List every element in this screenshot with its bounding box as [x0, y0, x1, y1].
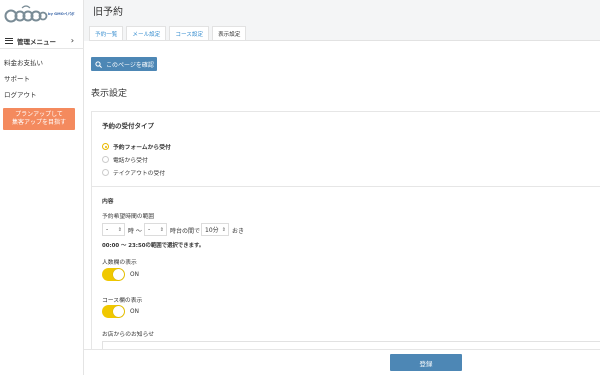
panel-divider — [92, 186, 600, 187]
radio-label: 電話から受付 — [113, 158, 148, 164]
interval-select[interactable]: 10分 ⇕ — [201, 223, 229, 236]
radio-button[interactable] — [102, 143, 109, 150]
end-hour-value: - — [148, 226, 151, 233]
course-display-label: コース欄の表示 — [102, 298, 143, 304]
confirm-page-label: このページを確認 — [106, 61, 154, 69]
tab-course-settings[interactable]: コース設定 — [169, 26, 210, 41]
radio-form-reception[interactable]: 予約フォームから受付 — [102, 142, 171, 151]
radio-label: テイクアウトの受付 — [113, 171, 166, 177]
range-note: 00:00 〜 23:50の範囲で選択できます。 — [102, 243, 205, 249]
interval-value: 10分 — [205, 227, 219, 234]
sidebar-link-support[interactable]: サポート — [4, 73, 30, 83]
radio-takeout-reception[interactable]: テイクアウトの受付 — [102, 168, 165, 177]
select-arrow-icon: ⇕ — [117, 226, 122, 233]
reception-type-title: 予約の受付タイプ — [102, 122, 154, 130]
chevron-right-icon: › — [70, 36, 74, 45]
start-hour-value: - — [106, 226, 109, 233]
sidebar-link-billing[interactable]: 料金お支払い — [4, 57, 43, 67]
hamburger-icon — [5, 37, 13, 44]
radio-button[interactable] — [102, 169, 109, 176]
select-arrow-icon: ⇕ — [159, 226, 164, 233]
select-arrow-icon: ⇕ — [221, 226, 226, 233]
range-label: 予約希望時間の範囲 — [102, 214, 155, 220]
radio-label: 予約フォームから受付 — [113, 145, 171, 151]
tab-mail-settings[interactable]: メール設定 — [126, 26, 167, 41]
start-hour-select[interactable]: - ⇕ — [102, 223, 125, 236]
page-title: 旧予約 — [93, 7, 123, 18]
course-toggle-state: ON — [130, 309, 139, 315]
search-icon — [95, 60, 102, 68]
tab-bar: 予約一覧 メール設定 コース設定 表示設定 — [89, 26, 249, 41]
sidebar-link-logout[interactable]: ログアウト — [4, 89, 37, 99]
upgrade-line-2: 集客アップを目指す — [11, 119, 66, 126]
settings-panel: 予約の受付タイプ 予約フォームから受付 電話から受付 テイクアウトの受付 内容 … — [91, 111, 600, 353]
people-display-toggle[interactable] — [102, 268, 125, 281]
start-hour-suffix: 時 〜 — [128, 228, 142, 235]
goope-logo[interactable]: by GMOペパボ — [4, 3, 82, 25]
upgrade-plan-button[interactable]: プランアップして 集客アップを目指す — [3, 108, 75, 130]
tab-divider — [89, 40, 600, 41]
admin-menu-label: 管理メニュー — [17, 37, 56, 46]
section-title: 表示設定 — [91, 89, 128, 99]
end-hour-suffix: 時台の間で — [170, 228, 201, 235]
confirm-page-button[interactable]: このページを確認 — [91, 57, 157, 71]
people-toggle-state: ON — [130, 272, 139, 278]
register-button[interactable]: 登録 — [390, 354, 462, 371]
people-display-label: 人数欄の表示 — [102, 260, 137, 266]
content-title: 内容 — [102, 199, 114, 205]
radio-phone-reception[interactable]: 電話から受付 — [102, 155, 148, 164]
radio-button[interactable] — [102, 156, 109, 163]
sidebar: by GMOペパボ 管理メニュー › 料金お支払い サポート ログアウト プラン… — [0, 0, 84, 375]
tab-reservation-list[interactable]: 予約一覧 — [89, 26, 124, 41]
tab-display-settings[interactable]: 表示設定 — [212, 26, 247, 41]
admin-menu-toggle[interactable]: 管理メニュー › — [0, 33, 84, 49]
logo-sub: by GMOペパボ — [48, 12, 75, 16]
notice-label: お店からのお知らせ — [102, 332, 155, 338]
interval-suffix: おき — [232, 228, 245, 235]
course-display-toggle[interactable] — [102, 305, 125, 318]
upgrade-line-1: プランアップして — [15, 111, 63, 118]
footer-bar: 登録 — [84, 349, 600, 375]
end-hour-select[interactable]: - ⇕ — [144, 223, 167, 236]
